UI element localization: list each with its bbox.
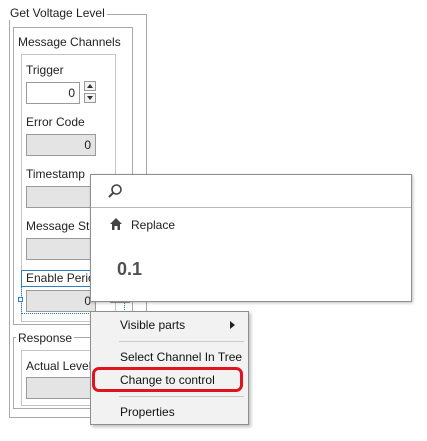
trigger-increment-button[interactable] bbox=[84, 81, 96, 91]
group-title: Get Voltage Level bbox=[8, 6, 107, 20]
submenu-arrow-icon bbox=[230, 321, 235, 329]
error-code-indicator: 0 bbox=[26, 134, 96, 156]
menu-separator bbox=[119, 396, 244, 397]
trigger-input[interactable]: 0 bbox=[26, 82, 80, 104]
menu-item-visible-parts[interactable]: Visible parts bbox=[120, 318, 185, 332]
menu-separator bbox=[119, 341, 244, 342]
trigger-decrement-button[interactable] bbox=[84, 93, 96, 103]
quick-drop-popup: Replace 0.1 bbox=[90, 174, 412, 302]
arrow-down-icon bbox=[87, 96, 93, 100]
menu-item-properties[interactable]: Properties bbox=[120, 405, 175, 419]
highlight-annotation bbox=[92, 367, 243, 392]
timestamp-label: Timestamp bbox=[26, 167, 85, 181]
enable-periodic-label: Enable Perio bbox=[26, 271, 95, 285]
replace-option[interactable]: Replace bbox=[131, 218, 175, 232]
popup-divider bbox=[91, 207, 411, 208]
popup-value: 0.1 bbox=[117, 259, 143, 279]
message-status-label: Message Sta bbox=[26, 219, 97, 233]
actual-level-label: Actual Level bbox=[26, 359, 92, 373]
actual-level-indicator bbox=[26, 377, 96, 399]
search-icon[interactable] bbox=[107, 183, 123, 199]
arrow-up-icon bbox=[87, 84, 93, 88]
enable-periodic-indicator[interactable]: 0 bbox=[26, 290, 96, 312]
home-icon bbox=[109, 217, 123, 231]
trigger-label: Trigger bbox=[26, 63, 64, 77]
resize-handle[interactable] bbox=[18, 297, 23, 302]
response-title: Response bbox=[16, 331, 75, 345]
message-status-indicator bbox=[26, 238, 96, 260]
timestamp-indicator bbox=[26, 186, 96, 208]
message-channels-title: Message Channels bbox=[16, 35, 123, 49]
error-code-label: Error Code bbox=[26, 115, 85, 129]
menu-item-select-channel-in-tree[interactable]: Select Channel In Tree bbox=[120, 350, 242, 364]
